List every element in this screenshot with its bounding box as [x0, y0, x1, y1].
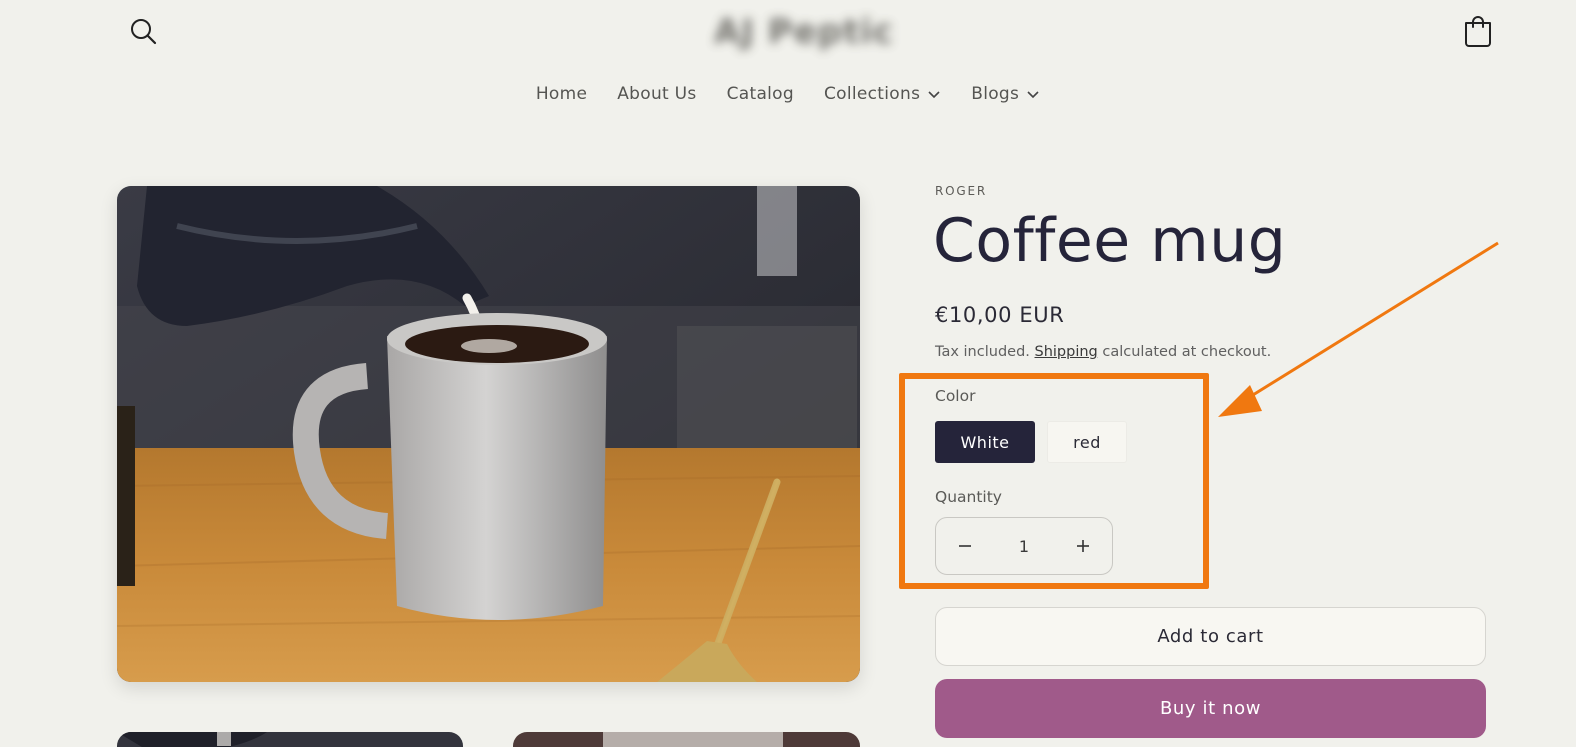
annotation-arrow-icon: [1218, 241, 1499, 417]
add-to-cart-button[interactable]: Add to cart: [935, 607, 1486, 666]
thumbnail-image: [513, 732, 860, 747]
product-thumbnail[interactable]: [117, 732, 463, 747]
product-price: €10,00 EUR: [935, 303, 1065, 327]
chevron-down-icon: [1027, 91, 1039, 99]
buy-now-button[interactable]: Buy it now: [935, 679, 1486, 738]
cart-icon: [1465, 16, 1491, 47]
nav-item-about-us[interactable]: About Us: [617, 84, 696, 104]
product-thumbnail[interactable]: [513, 732, 860, 747]
thumbnail-image: [117, 732, 463, 747]
nav-item-label: About Us: [617, 84, 697, 104]
cart-button[interactable]: [1462, 14, 1494, 48]
nav-item-label: Blogs: [971, 84, 1020, 104]
chevron-down-icon: [928, 91, 940, 99]
nav-item-label: Catalog: [726, 84, 794, 104]
nav-item-catalog[interactable]: Catalog: [727, 84, 794, 104]
nav-item-collections[interactable]: Collections: [824, 84, 941, 104]
tax-note-prefix: Tax included.: [935, 344, 1030, 360]
product-vendor: ROGER: [935, 184, 988, 198]
product-main-image[interactable]: [117, 186, 860, 682]
store-logo[interactable]: AJ Peptic: [706, 8, 902, 56]
main-navigation: Home About Us Catalog Collections Blogs: [0, 84, 1576, 104]
search-button[interactable]: [128, 16, 160, 48]
nav-item-label: Collections: [823, 84, 921, 104]
shipping-link[interactable]: Shipping: [1035, 344, 1098, 360]
annotation-highlight-box: [899, 373, 1209, 589]
nav-item-blogs[interactable]: Blogs: [971, 84, 1040, 104]
search-icon: [131, 19, 157, 45]
nav-item-label: Home: [535, 84, 588, 104]
nav-item-home[interactable]: Home: [536, 84, 587, 104]
coffee-mug-photo: [117, 186, 860, 682]
